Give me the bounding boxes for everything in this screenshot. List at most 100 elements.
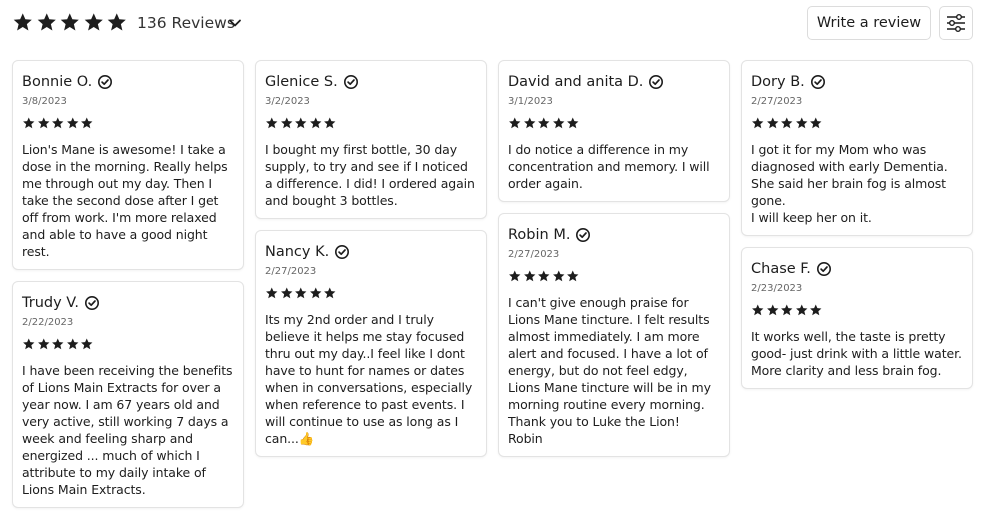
star-icon (810, 304, 822, 316)
review-card: Glenice S. 3/2/2023 I bought my first bott… (255, 60, 487, 219)
star-icon (37, 338, 49, 350)
write-review-button[interactable]: Write a review (807, 6, 931, 40)
sliders-icon (947, 14, 965, 32)
star-icon (766, 304, 778, 316)
review-rating-stars (22, 337, 234, 353)
review-text: I do notice a difference in my concentra… (508, 142, 710, 191)
star-icon (781, 304, 793, 316)
review-card: Bonnie O. 3/8/2023 Lion's Mane is awesome!… (12, 60, 244, 270)
filter-button[interactable] (939, 6, 973, 40)
star-icon (781, 117, 793, 129)
star-icon (752, 117, 764, 129)
star-icon (795, 304, 807, 316)
review-date: 2/23/2023 (751, 283, 803, 294)
reviews-column: Glenice S. 3/2/2023 I bought my first bott… (255, 60, 487, 468)
review-card: Trudy V. 2/22/2023 I have been receiving t… (12, 281, 244, 508)
star-icon (810, 117, 822, 129)
reviewer-row: Chase F. (751, 259, 963, 279)
star-icon (509, 270, 521, 282)
reviews-column: David and anita D. 3/1/2023 I do notice a … (498, 60, 730, 468)
star-icon (552, 117, 564, 129)
review-date: 2/27/2023 (751, 96, 803, 107)
verified-check-icon (98, 75, 113, 89)
review-rating-stars (265, 286, 477, 302)
review-rating-stars (508, 116, 720, 132)
review-date: 2/22/2023 (22, 317, 74, 328)
reviewer-row: Glenice S. (265, 72, 477, 92)
star-icon (107, 13, 126, 31)
verified-check-icon (816, 262, 831, 276)
reviewer-row: Nancy K. (265, 242, 477, 262)
reviewer-name: Bonnie O. (22, 74, 93, 90)
review-date: 3/2/2023 (265, 96, 310, 107)
star-icon (266, 117, 278, 129)
star-icon (66, 338, 78, 350)
star-icon (567, 270, 579, 282)
review-date: 3/8/2023 (22, 96, 67, 107)
review-card: David and anita D. 3/1/2023 I do notice a … (498, 60, 730, 202)
star-icon (13, 13, 32, 31)
review-card: Nancy K. 2/27/2023 Its my 2nd order and I … (255, 230, 487, 457)
reviewer-name: Glenice S. (265, 74, 338, 90)
star-icon (81, 338, 93, 350)
verified-check-icon (343, 75, 358, 89)
reviewer-row: Robin M. (508, 225, 720, 245)
star-icon (538, 270, 550, 282)
star-icon (538, 117, 550, 129)
star-icon (324, 117, 336, 129)
star-icon (295, 117, 307, 129)
star-icon (60, 13, 79, 31)
reviewer-row: Bonnie O. (22, 72, 234, 92)
review-text: I have been receiving the benefits of Li… (22, 363, 233, 497)
reviewer-name: Chase F. (751, 261, 811, 277)
review-text: I can't give enough praise for Lions Man… (508, 295, 711, 446)
reviewer-name: David and anita D. (508, 74, 644, 90)
reviews-column: Bonnie O. 3/8/2023 Lion's Mane is awesome!… (12, 60, 244, 519)
review-text: I bought my first bottle, 30 day supply,… (265, 142, 475, 208)
review-date: 2/27/2023 (265, 266, 317, 277)
reviews-header: 136 Reviews Write a review (0, 0, 982, 50)
star-icon (795, 117, 807, 129)
review-text: Its my 2nd order and I truly believe it … (265, 312, 473, 446)
summary-rating-stars (12, 11, 128, 33)
reviewer-name: Robin M. (508, 227, 571, 243)
star-icon (81, 117, 93, 129)
star-icon (309, 117, 321, 129)
star-icon (295, 287, 307, 299)
star-icon (280, 117, 292, 129)
star-icon (37, 117, 49, 129)
reviews-count[interactable]: 136 Reviews (137, 14, 235, 32)
reviewer-row: David and anita D. (508, 72, 720, 92)
verified-check-icon (335, 245, 350, 259)
reviews-column: Dory B. 2/27/2023 I got it for my Mom who … (741, 60, 973, 400)
review-card: Chase F. 2/23/2023 It works well, the tast… (741, 247, 973, 389)
review-text: Lion's Mane is awesome! I take a dose in… (22, 142, 228, 259)
verified-check-icon (810, 75, 825, 89)
star-icon (23, 338, 35, 350)
reviewer-row: Dory B. (751, 72, 963, 92)
review-date: 2/27/2023 (508, 249, 560, 260)
verified-check-icon (576, 228, 591, 242)
reviewer-name: Nancy K. (265, 244, 330, 260)
reviewer-name: Trudy V. (22, 295, 79, 311)
star-icon (266, 287, 278, 299)
review-rating-stars (508, 269, 720, 285)
star-icon (324, 287, 336, 299)
review-rating-stars (751, 303, 963, 319)
star-icon (37, 13, 56, 31)
star-icon (766, 117, 778, 129)
review-rating-stars (265, 116, 477, 132)
review-rating-stars (22, 116, 234, 132)
star-icon (552, 270, 564, 282)
star-icon (523, 270, 535, 282)
review-card: Robin M. 2/27/2023 I can't give enough pra… (498, 213, 730, 457)
review-rating-stars (751, 116, 963, 132)
chevron-down-icon[interactable] (228, 16, 242, 30)
reviewer-name: Dory B. (751, 74, 805, 90)
star-icon (523, 117, 535, 129)
star-icon (567, 117, 579, 129)
star-icon (752, 304, 764, 316)
review-text: It works well, the taste is pretty good-… (751, 329, 962, 378)
review-date: 3/1/2023 (508, 96, 553, 107)
star-icon (84, 13, 103, 31)
